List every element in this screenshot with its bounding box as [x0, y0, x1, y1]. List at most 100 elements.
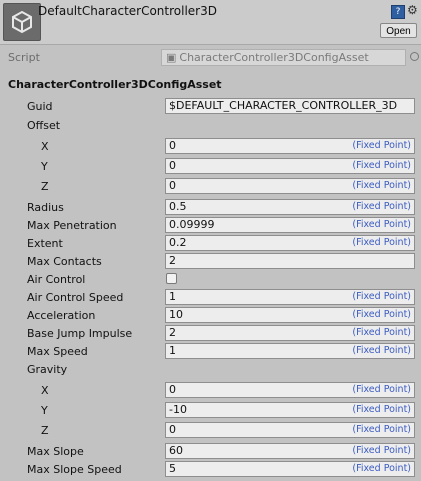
csharp-script-icon: ▣ — [166, 51, 177, 64]
fixed-point-label: (Fixed Point) — [352, 463, 411, 474]
offset-x-value: 0 — [169, 139, 176, 152]
max-slope-field[interactable]: 60 (Fixed Point) — [165, 443, 415, 459]
offset-x-label: X — [41, 140, 49, 153]
fixed-point-label: (Fixed Point) — [352, 445, 411, 456]
max-speed-value: 1 — [169, 344, 176, 357]
gravity-x-row: X 0 (Fixed Point) — [0, 381, 421, 399]
max-slope-speed-value: 5 — [169, 462, 176, 475]
fixed-point-label: (Fixed Point) — [352, 201, 411, 212]
fixed-point-label: (Fixed Point) — [352, 327, 411, 338]
fixed-point-label: (Fixed Point) — [352, 345, 411, 356]
script-row: Script ▣ CharacterController3DConfigAsset — [0, 49, 421, 67]
unity-logo-icon — [3, 3, 41, 41]
gravity-y-value: -10 — [169, 403, 187, 416]
base-jump-impulse-label: Base Jump Impulse — [27, 327, 133, 340]
air-control-label: Air Control — [27, 273, 86, 286]
air-control-speed-label: Air Control Speed — [27, 291, 124, 304]
max-slope-speed-field[interactable]: 5 (Fixed Point) — [165, 461, 415, 477]
air-control-speed-row: Air Control Speed 1 (Fixed Point) — [0, 288, 421, 306]
radius-row: Radius 0.5 (Fixed Point) — [0, 198, 421, 216]
base-jump-impulse-row: Base Jump Impulse 2 (Fixed Point) — [0, 324, 421, 342]
fixed-point-label: (Fixed Point) — [352, 180, 411, 191]
fixed-point-label: (Fixed Point) — [352, 404, 411, 415]
gravity-x-label: X — [41, 384, 49, 397]
max-contacts-row: Max Contacts 2 — [0, 252, 421, 270]
base-jump-impulse-value: 2 — [169, 326, 176, 339]
gravity-y-row: Y -10 (Fixed Point) — [0, 401, 421, 419]
max-slope-speed-row: Max Slope Speed 5 (Fixed Point) — [0, 460, 421, 478]
max-contacts-field[interactable]: 2 — [165, 253, 415, 269]
air-control-speed-value: 1 — [169, 290, 176, 303]
max-penetration-value: 0.09999 — [169, 218, 215, 231]
acceleration-value: 10 — [169, 308, 183, 321]
offset-label: Offset — [27, 119, 61, 132]
max-speed-label: Max Speed — [27, 345, 88, 358]
offset-y-label: Y — [41, 160, 48, 173]
gear-icon[interactable]: ⚙ — [407, 3, 418, 17]
offset-x-row: X 0 (Fixed Point) — [0, 137, 421, 155]
air-control-checkbox[interactable] — [166, 273, 177, 284]
extent-value: 0.2 — [169, 236, 187, 249]
guid-value: $DEFAULT_CHARACTER_CONTROLLER_3D — [169, 99, 398, 112]
air-control-row: Air Control — [0, 270, 421, 288]
radius-value: 0.5 — [169, 200, 187, 213]
fixed-point-label: (Fixed Point) — [352, 140, 411, 151]
gravity-z-label: Z — [41, 424, 49, 437]
max-slope-value: 60 — [169, 444, 183, 457]
fixed-point-label: (Fixed Point) — [352, 384, 411, 395]
radius-field[interactable]: 0.5 (Fixed Point) — [165, 199, 415, 215]
fixed-point-label: (Fixed Point) — [352, 424, 411, 435]
max-contacts-value: 2 — [169, 254, 176, 267]
extent-label: Extent — [27, 237, 63, 250]
guid-label: Guid — [27, 100, 53, 113]
extent-field[interactable]: 0.2 (Fixed Point) — [165, 235, 415, 251]
offset-y-value: 0 — [169, 159, 176, 172]
max-speed-field[interactable]: 1 (Fixed Point) — [165, 343, 415, 359]
max-contacts-label: Max Contacts — [27, 255, 102, 268]
gravity-x-field[interactable]: 0 (Fixed Point) — [165, 382, 415, 398]
offset-z-label: Z — [41, 180, 49, 193]
offset-z-field[interactable]: 0 (Fixed Point) — [165, 178, 415, 194]
acceleration-label: Acceleration — [27, 309, 96, 322]
fixed-point-label: (Fixed Point) — [352, 160, 411, 171]
acceleration-row: Acceleration 10 (Fixed Point) — [0, 306, 421, 324]
max-slope-speed-label: Max Slope Speed — [27, 463, 122, 476]
object-picker-icon[interactable] — [410, 52, 419, 61]
extent-row: Extent 0.2 (Fixed Point) — [0, 234, 421, 252]
gravity-z-row: Z 0 (Fixed Point) — [0, 421, 421, 439]
script-field[interactable]: ▣ CharacterController3DConfigAsset — [161, 49, 406, 66]
open-button[interactable]: Open — [380, 23, 417, 38]
gravity-z-field[interactable]: 0 (Fixed Point) — [165, 422, 415, 438]
guid-row: Guid $DEFAULT_CHARACTER_CONTROLLER_3D — [0, 97, 421, 115]
offset-z-value: 0 — [169, 179, 176, 192]
gravity-z-value: 0 — [169, 423, 176, 436]
acceleration-field[interactable]: 10 (Fixed Point) — [165, 307, 415, 323]
max-penetration-label: Max Penetration — [27, 219, 117, 232]
offset-x-field[interactable]: 0 (Fixed Point) — [165, 138, 415, 154]
offset-y-row: Y 0 (Fixed Point) — [0, 157, 421, 175]
fixed-point-label: (Fixed Point) — [352, 291, 411, 302]
asset-title: DefaultCharacterController3D — [38, 4, 217, 18]
gravity-y-field[interactable]: -10 (Fixed Point) — [165, 402, 415, 418]
help-icon[interactable]: ? — [391, 5, 405, 19]
inspector-header: DefaultCharacterController3D ? ⚙ Open — [0, 0, 421, 45]
gravity-row: Gravity — [0, 360, 421, 378]
max-penetration-row: Max Penetration 0.09999 (Fixed Point) — [0, 216, 421, 234]
gravity-y-label: Y — [41, 404, 48, 417]
section-title: CharacterController3DConfigAsset — [8, 78, 222, 91]
max-slope-row: Max Slope 60 (Fixed Point) — [0, 442, 421, 460]
base-jump-impulse-field[interactable]: 2 (Fixed Point) — [165, 325, 415, 341]
max-speed-row: Max Speed 1 (Fixed Point) — [0, 342, 421, 360]
air-control-speed-field[interactable]: 1 (Fixed Point) — [165, 289, 415, 305]
script-value: CharacterController3DConfigAsset — [179, 51, 369, 64]
gravity-label: Gravity — [27, 363, 68, 376]
guid-field[interactable]: $DEFAULT_CHARACTER_CONTROLLER_3D — [165, 98, 415, 114]
offset-y-field[interactable]: 0 (Fixed Point) — [165, 158, 415, 174]
offset-row: Offset — [0, 116, 421, 134]
fixed-point-label: (Fixed Point) — [352, 309, 411, 320]
gravity-x-value: 0 — [169, 383, 176, 396]
fixed-point-label: (Fixed Point) — [352, 219, 411, 230]
fixed-point-label: (Fixed Point) — [352, 237, 411, 248]
script-label: Script — [8, 51, 40, 64]
max-penetration-field[interactable]: 0.09999 (Fixed Point) — [165, 217, 415, 233]
